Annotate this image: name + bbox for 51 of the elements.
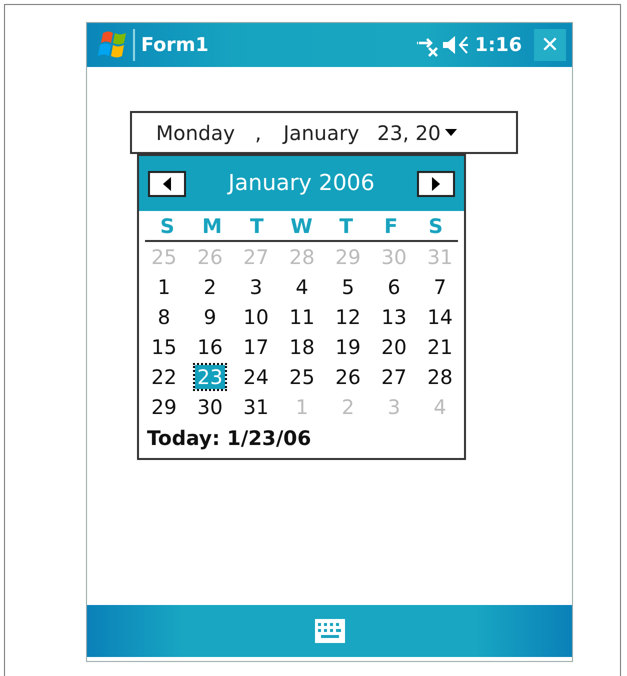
- calendar-day[interactable]: 3: [248, 272, 264, 302]
- calendar-day[interactable]: 17: [241, 332, 271, 362]
- weekday-label: F: [383, 214, 399, 240]
- calendar-day[interactable]: 12: [333, 302, 363, 332]
- today-link[interactable]: Today: 1/23/06: [139, 422, 464, 450]
- calendar-day[interactable]: 1: [156, 272, 172, 302]
- weekday-label: M: [201, 214, 224, 240]
- calendar-day[interactable]: 8: [156, 302, 172, 332]
- date-part: 23, 20: [377, 120, 441, 144]
- dropdown-caret-icon[interactable]: [444, 128, 457, 136]
- calendar-day[interactable]: 19: [333, 332, 363, 362]
- next-month-button[interactable]: [416, 170, 455, 196]
- calendar-day[interactable]: 20: [379, 332, 409, 362]
- calendar-day[interactable]: 7: [432, 272, 448, 302]
- left-triangle-icon: [162, 176, 172, 190]
- keyboard-icon[interactable]: [314, 619, 344, 643]
- calendar-day[interactable]: 16: [195, 332, 225, 362]
- calendar-day[interactable]: 29: [149, 392, 179, 422]
- calendar-day[interactable]: 25: [287, 362, 317, 392]
- calendar-day[interactable]: 15: [149, 332, 179, 362]
- date-picker-field[interactable]: Monday , January 23, 20: [130, 111, 518, 154]
- calendar-day[interactable]: 27: [379, 362, 409, 392]
- calendar-day[interactable]: 18: [287, 332, 317, 362]
- calendar-day[interactable]: 21: [425, 332, 455, 362]
- calendar-day[interactable]: 9: [202, 302, 218, 332]
- calendar-day[interactable]: 5: [340, 272, 356, 302]
- calendar-day[interactable]: 31: [241, 392, 271, 422]
- calendar-day[interactable]: 26: [333, 362, 363, 392]
- window-title: Form1: [141, 34, 209, 56]
- weekday-label: T: [248, 214, 265, 240]
- calendar-day[interactable]: 28: [425, 362, 455, 392]
- previous-month-button[interactable]: [148, 170, 186, 196]
- calendar-day[interactable]: 2: [202, 272, 218, 302]
- right-triangle-icon: [430, 176, 441, 190]
- calendar-day[interactable]: 22: [149, 362, 179, 392]
- calendar-day[interactable]: 30: [195, 392, 225, 422]
- calendar-day[interactable]: 6: [386, 272, 402, 302]
- calendar-day[interactable]: 24: [241, 362, 271, 392]
- weekday-label: S: [427, 214, 444, 240]
- weekday-label: W: [289, 214, 314, 240]
- calendar-day[interactable]: 14: [425, 302, 455, 332]
- calendar-day[interactable]: 10: [241, 302, 271, 332]
- calendar-day[interactable]: 13: [379, 302, 409, 332]
- date-part: Monday: [156, 120, 235, 144]
- weekday-label: S: [159, 214, 176, 240]
- speaker-icon[interactable]: [440, 33, 469, 57]
- weekday-label: T: [338, 214, 354, 240]
- date-part: ,: [254, 120, 262, 144]
- date-part: January: [283, 120, 360, 144]
- calendar-day[interactable]: 4: [294, 272, 310, 302]
- calendar-day[interactable]: 11: [287, 302, 317, 332]
